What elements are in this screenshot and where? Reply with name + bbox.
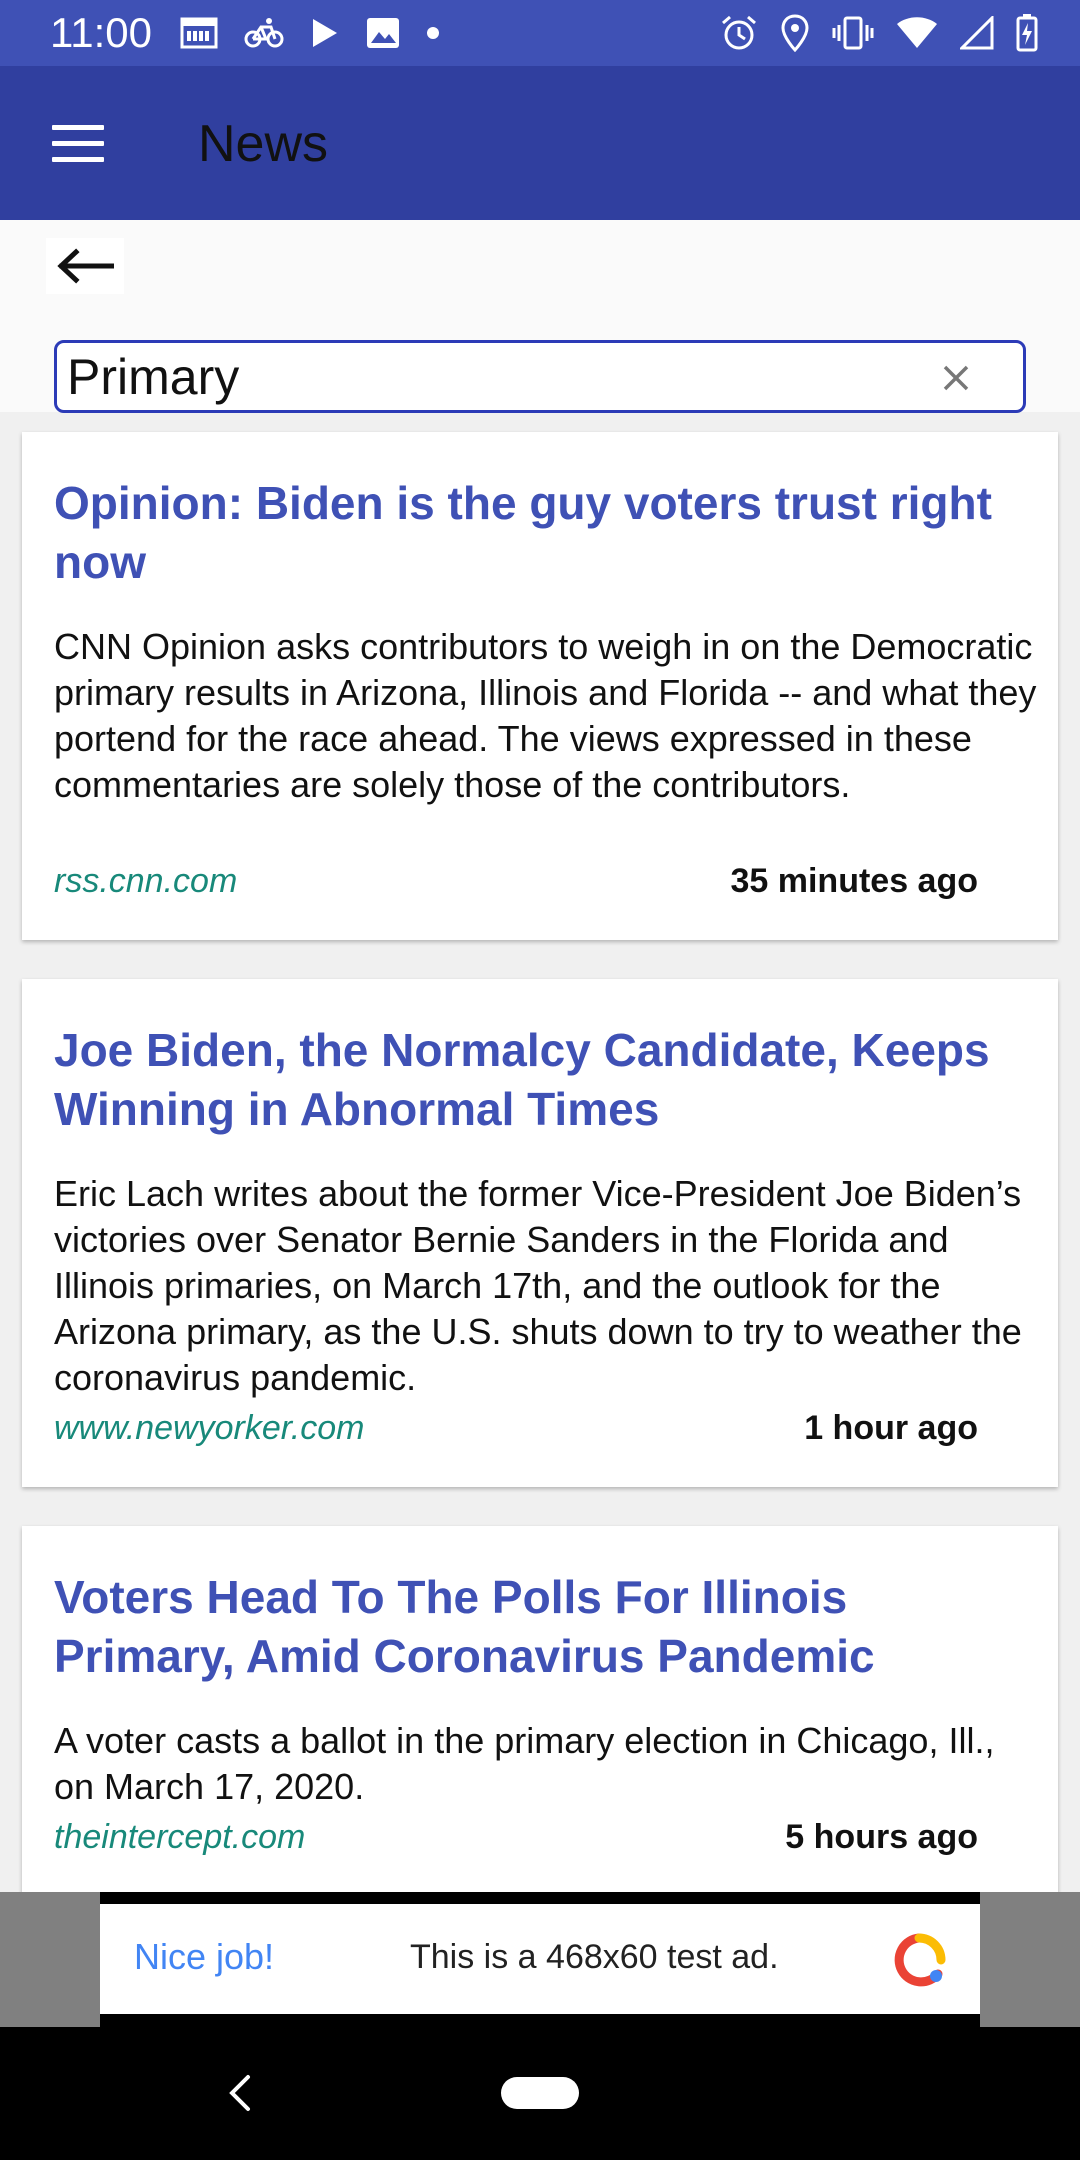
search-input[interactable] bbox=[67, 347, 927, 407]
article-list[interactable]: Opinion: Biden is the guy voters trust r… bbox=[0, 412, 1080, 1892]
article-card[interactable]: Opinion: Biden is the guy voters trust r… bbox=[22, 432, 1058, 940]
calendar-icon bbox=[180, 16, 218, 50]
image-icon bbox=[366, 17, 400, 49]
status-time: 11:00 bbox=[50, 9, 152, 56]
navigation-bar bbox=[0, 2027, 1080, 2160]
location-icon bbox=[780, 14, 810, 52]
nav-home-pill-icon[interactable] bbox=[501, 2077, 579, 2109]
ad-content[interactable]: Nice job! This is a 468x60 test ad. bbox=[100, 1904, 980, 2014]
article-time: 35 minutes ago bbox=[730, 862, 978, 900]
article-description: CNN Opinion asks contributors to weigh i… bbox=[54, 626, 1037, 805]
ad-text: This is a 468x60 test ad. bbox=[410, 1938, 779, 1976]
play-store-icon bbox=[310, 17, 340, 49]
article-time: 5 hours ago bbox=[785, 1818, 978, 1856]
battery-charging-icon bbox=[1016, 14, 1038, 52]
arrow-left-icon[interactable] bbox=[46, 238, 124, 294]
article-description: A voter casts a ballot in the primary el… bbox=[54, 1720, 995, 1807]
signal-icon bbox=[960, 16, 994, 50]
status-right-icons bbox=[720, 12, 1038, 54]
alarm-icon bbox=[720, 14, 758, 52]
search-box bbox=[54, 340, 1026, 413]
article-source[interactable]: theintercept.com bbox=[54, 1816, 305, 1858]
status-bar: 11:00 bbox=[0, 0, 1080, 66]
admob-logo-icon bbox=[890, 1932, 948, 1990]
close-icon[interactable] bbox=[937, 359, 975, 397]
status-left-icons bbox=[180, 14, 440, 52]
vibrate-icon bbox=[832, 15, 874, 51]
dot-icon bbox=[426, 26, 440, 40]
nav-back-icon[interactable] bbox=[222, 2071, 258, 2115]
app-bar: News bbox=[0, 66, 1080, 220]
app-title: News bbox=[198, 115, 329, 173]
article-title[interactable]: Joe Biden, the Normalcy Candidate, Keeps… bbox=[54, 1021, 994, 1139]
article-source[interactable]: www.newyorker.com bbox=[54, 1407, 364, 1449]
article-time: 1 hour ago bbox=[804, 1409, 978, 1447]
bike-icon bbox=[244, 17, 284, 49]
hamburger-menu-icon[interactable] bbox=[40, 112, 114, 174]
article-title[interactable]: Opinion: Biden is the guy voters trust r… bbox=[54, 474, 994, 592]
wifi-icon bbox=[896, 16, 938, 50]
ad-bar: Nice job! This is a 468x60 test ad. bbox=[0, 1892, 1080, 2027]
article-title[interactable]: Voters Head To The Polls For Illinois Pr… bbox=[54, 1568, 994, 1686]
ad-headline: Nice job! bbox=[134, 1936, 275, 1977]
article-description: Eric Lach writes about the former Vice-P… bbox=[54, 1173, 1022, 1398]
ad-banner[interactable]: Nice job! This is a 468x60 test ad. bbox=[100, 1892, 980, 2027]
article-card[interactable]: Joe Biden, the Normalcy Candidate, Keeps… bbox=[22, 979, 1058, 1487]
article-source[interactable]: rss.cnn.com bbox=[54, 860, 237, 902]
article-card[interactable]: Voters Head To The Polls For Illinois Pr… bbox=[22, 1526, 1058, 1892]
